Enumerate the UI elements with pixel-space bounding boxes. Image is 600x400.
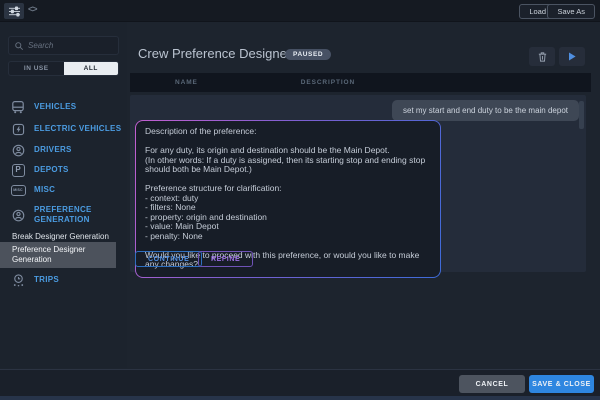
person-icon [10, 142, 26, 158]
continue-button[interactable]: CONTINUE [135, 251, 202, 267]
lightning-icon [10, 121, 26, 137]
parking-icon: P [10, 162, 26, 178]
user-message-bubble: set my start and end duty to be the main… [392, 100, 579, 121]
sidebar-subitem-preference-designer-generation[interactable]: Preference Designer Generation [0, 242, 116, 268]
sidebar: IN USE ALL VEHICLES [0, 22, 127, 368]
save-and-close-button[interactable]: SAVE & CLOSE [529, 375, 594, 393]
sidebar-item-trips[interactable]: TRIPS [0, 272, 127, 288]
sidebar-item-label: MISC [34, 185, 55, 195]
save-as-button[interactable]: Save As [547, 4, 595, 19]
usage-filter-toggle: IN USE ALL [8, 61, 119, 76]
code-icon[interactable]: <> [28, 4, 37, 14]
sidebar-item-preference-generation[interactable]: PREFERENCE GENERATION [0, 202, 127, 228]
sidebar-item-label: TRIPS [34, 275, 59, 285]
chat-scrollbar[interactable] [579, 101, 584, 129]
trip-clock-icon [10, 272, 26, 288]
sidebar-item-label: ELECTRIC VEHICLES [34, 124, 121, 134]
misc-icon: MISC [10, 182, 26, 198]
app-logo-sliders-icon[interactable] [4, 3, 24, 19]
sidebar-item-label: DRIVERS [34, 145, 72, 155]
play-icon [567, 51, 577, 62]
sidebar-item-vehicles[interactable]: VEHICLES [0, 99, 127, 115]
sidebar-item-electric-vehicles[interactable]: ELECTRIC VEHICLES [0, 121, 127, 137]
search-input[interactable] [28, 41, 113, 50]
page-title: Crew Preference Designer [138, 46, 291, 61]
sidebar-item-misc[interactable]: MISC MISC [0, 182, 127, 198]
table-header: NAME DESCRIPTION [130, 73, 591, 92]
sidebar-item-label: DEPOTS [34, 165, 69, 175]
app-window: <> Load Save As IN USE ALL [0, 0, 600, 400]
sidebar-item-depots[interactable]: P DEPOTS [0, 162, 127, 178]
filter-in-use-tab[interactable]: IN USE [9, 62, 64, 75]
status-badge: PAUSED [285, 49, 331, 60]
person-icon [10, 207, 26, 223]
bus-icon [10, 99, 26, 115]
misc-icon-glyph: MISC [13, 188, 23, 192]
trash-icon [537, 51, 548, 63]
sidebar-item-label: VEHICLES [34, 102, 76, 112]
sidebar-item-drivers[interactable]: DRIVERS [0, 142, 127, 158]
run-button[interactable] [559, 47, 585, 66]
delete-button[interactable] [529, 47, 555, 66]
top-bar: <> Load Save As [0, 0, 600, 22]
search-input-container[interactable] [8, 36, 119, 55]
sliders-icon [8, 6, 21, 17]
parking-icon-glyph: P [15, 166, 20, 174]
column-header-description[interactable]: DESCRIPTION [301, 79, 355, 86]
bottom-strip [0, 396, 600, 400]
column-header-name[interactable]: NAME [175, 79, 198, 86]
sidebar-item-label: PREFERENCE GENERATION [34, 205, 114, 225]
footer-bar: CANCEL SAVE & CLOSE [0, 369, 600, 396]
cancel-button[interactable]: CANCEL [459, 375, 525, 393]
assistant-message-text: Description of the preference: For any d… [145, 127, 431, 270]
search-icon [14, 41, 24, 51]
refine-button[interactable]: REFINE [198, 251, 253, 267]
chat-panel: set my start and end duty to be the main… [130, 95, 586, 272]
filter-all-tab[interactable]: ALL [64, 62, 119, 75]
